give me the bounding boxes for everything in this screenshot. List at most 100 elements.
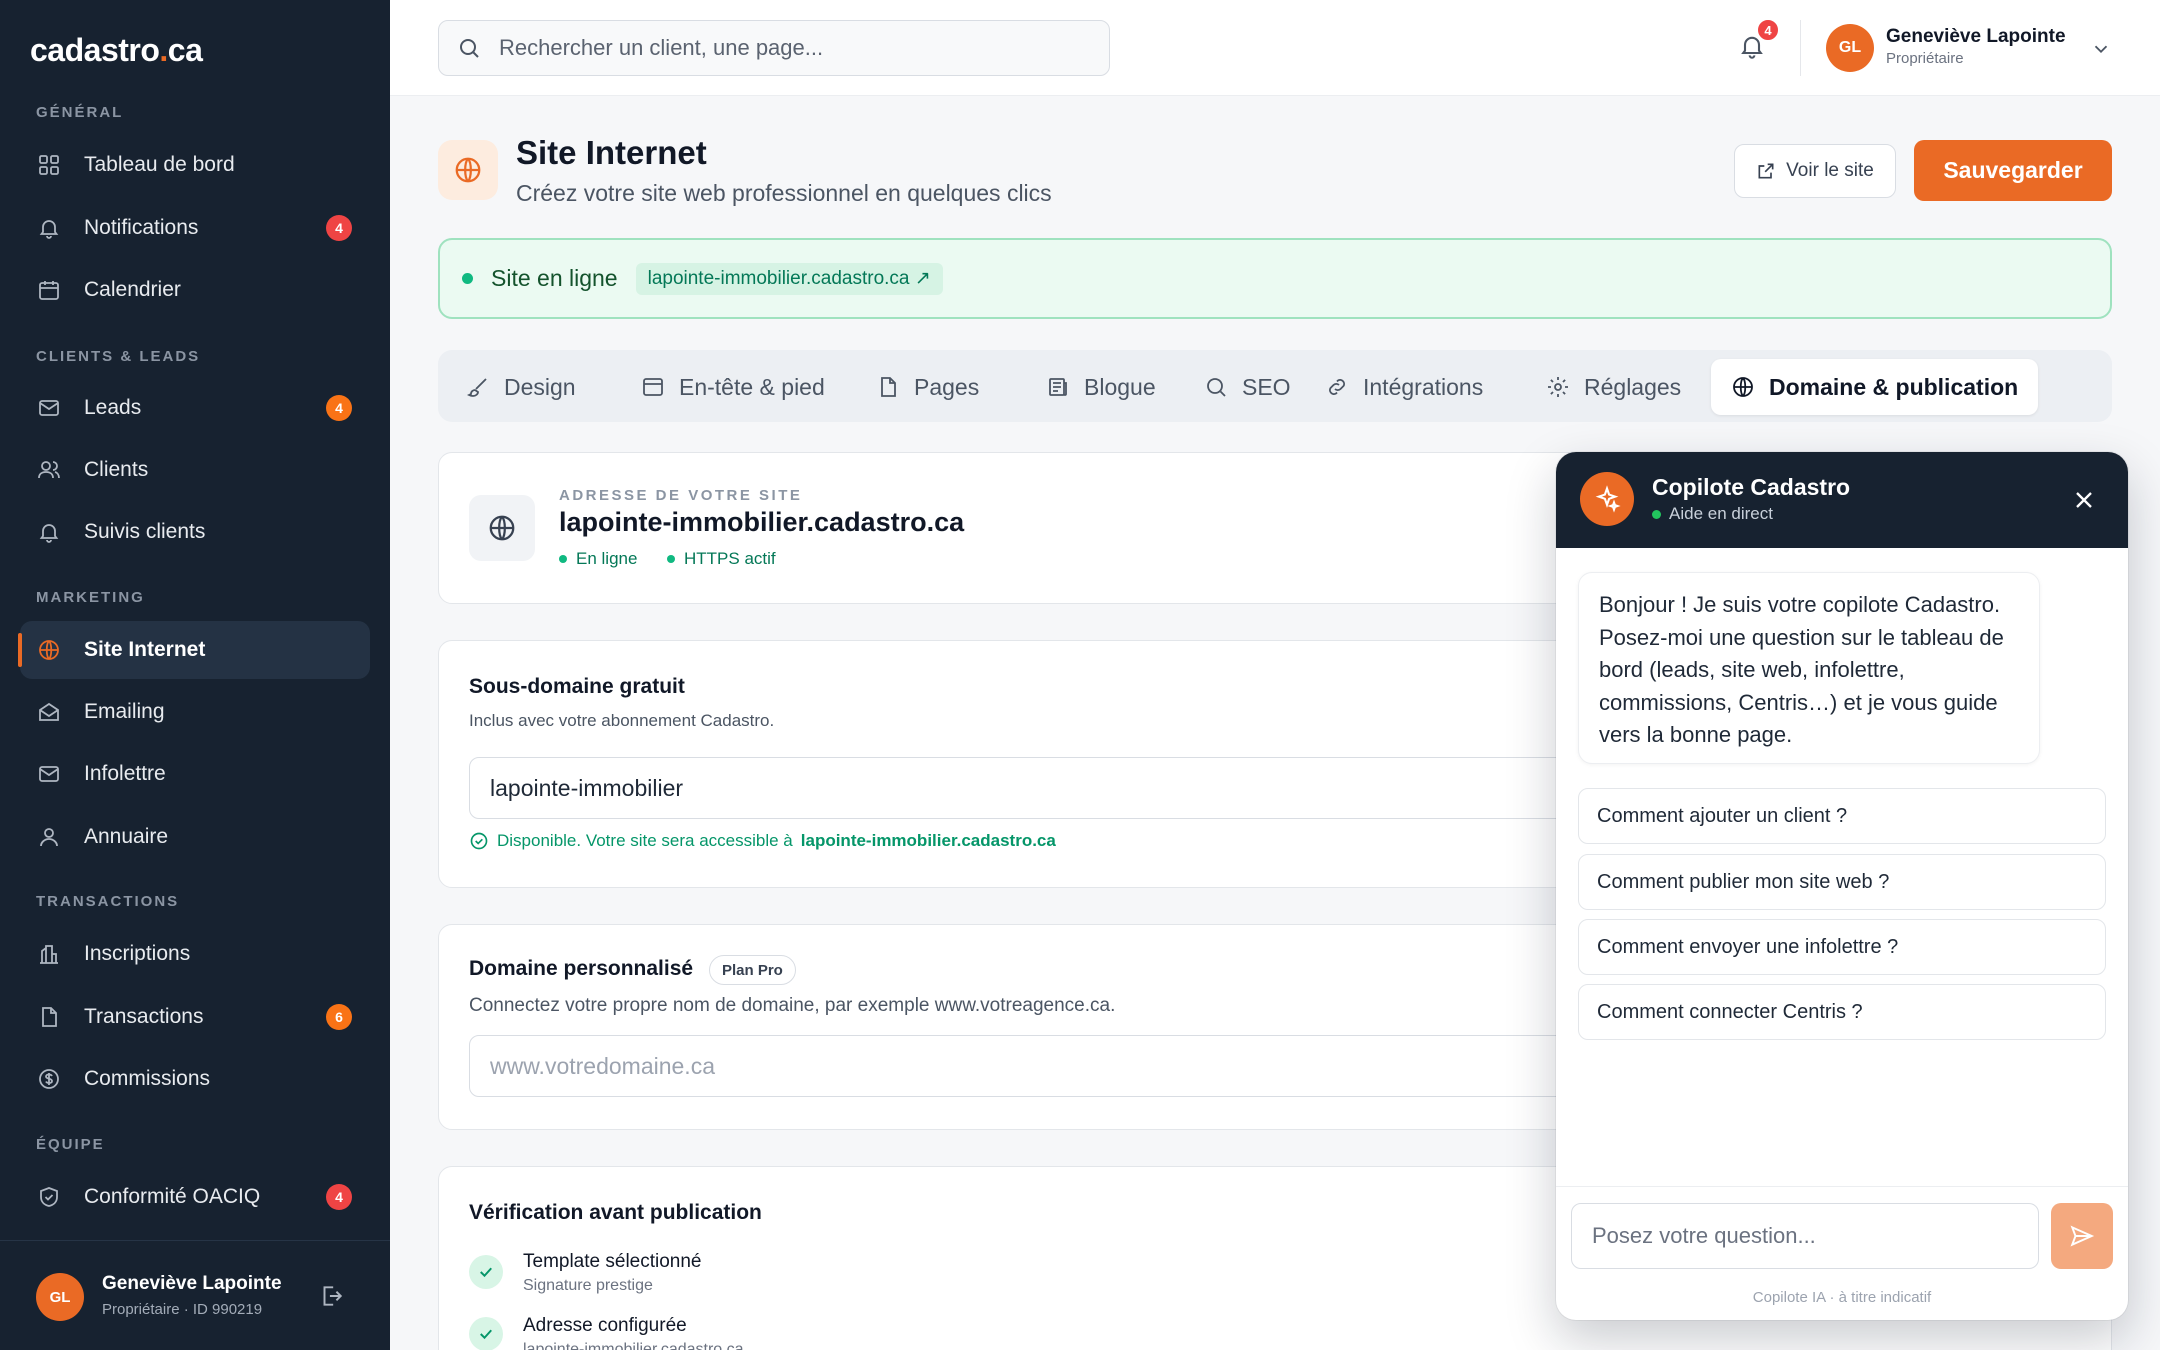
newspaper-icon bbox=[1046, 375, 1070, 399]
sidebar-item-label: Annuaire bbox=[84, 825, 169, 848]
tab-header-footer[interactable]: En-tête & pied bbox=[621, 359, 845, 415]
page-subtitle: Créez votre site web professionnel en qu… bbox=[516, 180, 1052, 206]
status-dot bbox=[1652, 509, 1661, 519]
site-address-eyebrow: ADRESSE DE VOTRE SITE bbox=[559, 487, 803, 504]
avatar[interactable]: GL bbox=[36, 1273, 84, 1321]
subdomain-title: Sous-domaine gratuit bbox=[469, 675, 685, 698]
sidebar-item-directory[interactable]: Annuaire bbox=[20, 808, 370, 866]
sidebar-item-emailing[interactable]: Emailing bbox=[20, 683, 370, 741]
globe-icon bbox=[438, 140, 498, 200]
site-status-bar: Site en ligne lapointe-immobilier.cadast… bbox=[438, 238, 2112, 319]
suggestion-button[interactable]: Comment ajouter un client ? bbox=[1578, 788, 2106, 844]
search-input[interactable]: Rechercher un client, une page... bbox=[438, 20, 1110, 76]
site-url-link[interactable]: lapointe-immobilier.cadastro.ca ↗ bbox=[635, 262, 943, 295]
view-site-button[interactable]: Voir le site bbox=[1734, 144, 1896, 198]
tab-settings[interactable]: Réglages bbox=[1526, 359, 1701, 415]
tab-design[interactable]: Design bbox=[446, 359, 596, 415]
section-marketing: MARKETING bbox=[36, 589, 145, 606]
sidebar-item-leads[interactable]: Leads 4 bbox=[20, 379, 370, 437]
divider bbox=[1800, 20, 1801, 76]
availability-domain: lapointe-immobilier.cadastro.ca bbox=[800, 831, 1056, 850]
copilot-panel: Copilote Cadastro Aide en direct Bonjour… bbox=[1556, 452, 2128, 1320]
sidebar-item-transactions[interactable]: Transactions 6 bbox=[20, 988, 370, 1046]
section-transactions: TRANSACTIONS bbox=[36, 893, 180, 910]
send-button[interactable] bbox=[2051, 1203, 2113, 1269]
check-item-title: Template sélectionné bbox=[523, 1251, 702, 1272]
tab-seo[interactable]: SEO bbox=[1184, 359, 1311, 415]
sidebar-item-newsletter[interactable]: Infolettre bbox=[20, 745, 370, 803]
tab-blog[interactable]: Blogue bbox=[1026, 359, 1176, 415]
copilot-title: Copilote Cadastro bbox=[1652, 474, 1851, 500]
sidebar-item-label: Calendrier bbox=[84, 278, 181, 301]
plan-pro-badge: Plan Pro bbox=[709, 955, 796, 985]
user-role: Propriétaire · ID 990219 bbox=[102, 1301, 263, 1318]
gear-icon bbox=[1546, 375, 1570, 399]
tab-label: Pages bbox=[914, 373, 980, 400]
bell-icon bbox=[36, 519, 62, 545]
sidebar-item-label: Leads bbox=[84, 396, 142, 419]
suggestion-button[interactable]: Comment publier mon site web ? bbox=[1578, 854, 2106, 910]
sidebar-item-label: Tableau de bord bbox=[84, 153, 235, 176]
user-name: Geneviève Lapointe bbox=[102, 1273, 282, 1294]
tab-pages[interactable]: Pages bbox=[856, 359, 999, 415]
check-item-title: Adresse configurée bbox=[523, 1315, 687, 1336]
oaciq-badge: 4 bbox=[326, 1184, 352, 1210]
user-role: Propriétaire bbox=[1886, 50, 1964, 67]
sidebar-item-label: Suivis clients bbox=[84, 520, 206, 543]
suggestion-button[interactable]: Comment connecter Centris ? bbox=[1578, 984, 2106, 1040]
check-item-subtitle: lapointe-immobilier.cadastro.ca bbox=[523, 1341, 744, 1350]
notifications-button[interactable]: 4 bbox=[1738, 18, 1780, 60]
save-button[interactable]: Sauvegarder bbox=[1914, 140, 2112, 201]
avatar[interactable]: GL bbox=[1826, 24, 1874, 72]
brand-logo[interactable]: cadastro.ca bbox=[30, 32, 203, 69]
availability-message: Disponible. Votre site sera accessible à… bbox=[469, 831, 1056, 851]
sidebar-user-card: GL Geneviève Lapointe Propriétaire · ID … bbox=[0, 1240, 390, 1350]
tab-integrations[interactable]: Intégrations bbox=[1305, 359, 1503, 415]
section-general: GÉNÉRAL bbox=[36, 104, 124, 121]
sidebar-item-commissions[interactable]: Commissions bbox=[20, 1050, 370, 1108]
sidebar-item-calendar[interactable]: Calendrier bbox=[20, 261, 370, 319]
site-domain: lapointe-immobilier.cadastro.ca bbox=[559, 507, 965, 537]
sidebar-item-oaciq[interactable]: Conformité OACIQ 4 bbox=[20, 1168, 370, 1226]
sidebar-item-site-internet[interactable]: Site Internet bbox=[18, 621, 370, 679]
sidebar-item-listings[interactable]: Inscriptions bbox=[20, 925, 370, 983]
status-label: Site en ligne bbox=[491, 265, 618, 291]
close-icon[interactable] bbox=[2070, 486, 2098, 514]
sidebar-item-client-followups[interactable]: Suivis clients bbox=[20, 503, 370, 561]
copilot-disclaimer: Copilote IA · à titre indicatif bbox=[1752, 1289, 1932, 1306]
tab-label: Blogue bbox=[1084, 373, 1156, 400]
dashboard-icon bbox=[36, 152, 62, 178]
globe-icon bbox=[36, 637, 62, 663]
file-icon bbox=[876, 375, 900, 399]
check-icon bbox=[469, 1255, 503, 1289]
sidebar-item-label: Infolettre bbox=[84, 762, 166, 785]
sidebar-item-label: Conformité OACIQ bbox=[84, 1185, 261, 1208]
sidebar-item-label: Transactions bbox=[84, 1005, 204, 1028]
page-title: Site Internet bbox=[516, 134, 707, 171]
chevron-down-icon[interactable] bbox=[2090, 38, 2112, 60]
tab-domain-publication[interactable]: Domaine & publication bbox=[1711, 359, 2039, 415]
sidebar-item-dashboard[interactable]: Tableau de bord bbox=[20, 136, 370, 194]
suggestion-button[interactable]: Comment envoyer une infolettre ? bbox=[1578, 919, 2106, 975]
status-online: En ligne bbox=[559, 549, 637, 569]
sidebar-item-label: Inscriptions bbox=[84, 942, 191, 965]
globe-icon bbox=[469, 495, 535, 561]
status-dot bbox=[559, 555, 567, 563]
copilot-header: Copilote Cadastro Aide en direct bbox=[1556, 452, 2128, 548]
copilot-question-input[interactable]: Posez votre question... bbox=[1571, 1203, 2039, 1269]
bell-icon bbox=[36, 215, 62, 241]
sidebar-item-notifications[interactable]: Notifications 4 bbox=[20, 199, 370, 257]
notifications-badge: 4 bbox=[326, 215, 352, 241]
sidebar-item-clients[interactable]: Clients bbox=[20, 441, 370, 499]
notification-count-badge: 4 bbox=[1756, 18, 1780, 42]
status-dot bbox=[667, 555, 675, 563]
mail-icon bbox=[36, 395, 62, 421]
user-name[interactable]: Geneviève Lapointe bbox=[1886, 26, 2066, 48]
copilot-message: Bonjour ! Je suis votre copilote Cadastr… bbox=[1578, 572, 2040, 764]
sidebar-item-label: Emailing bbox=[84, 700, 165, 723]
leads-badge: 4 bbox=[326, 395, 352, 421]
logout-icon[interactable] bbox=[318, 1283, 344, 1309]
topbar: Rechercher un client, une page... 4 GL G… bbox=[390, 0, 2160, 96]
verification-title: Vérification avant publication bbox=[469, 1201, 762, 1224]
mail-icon bbox=[36, 761, 62, 787]
